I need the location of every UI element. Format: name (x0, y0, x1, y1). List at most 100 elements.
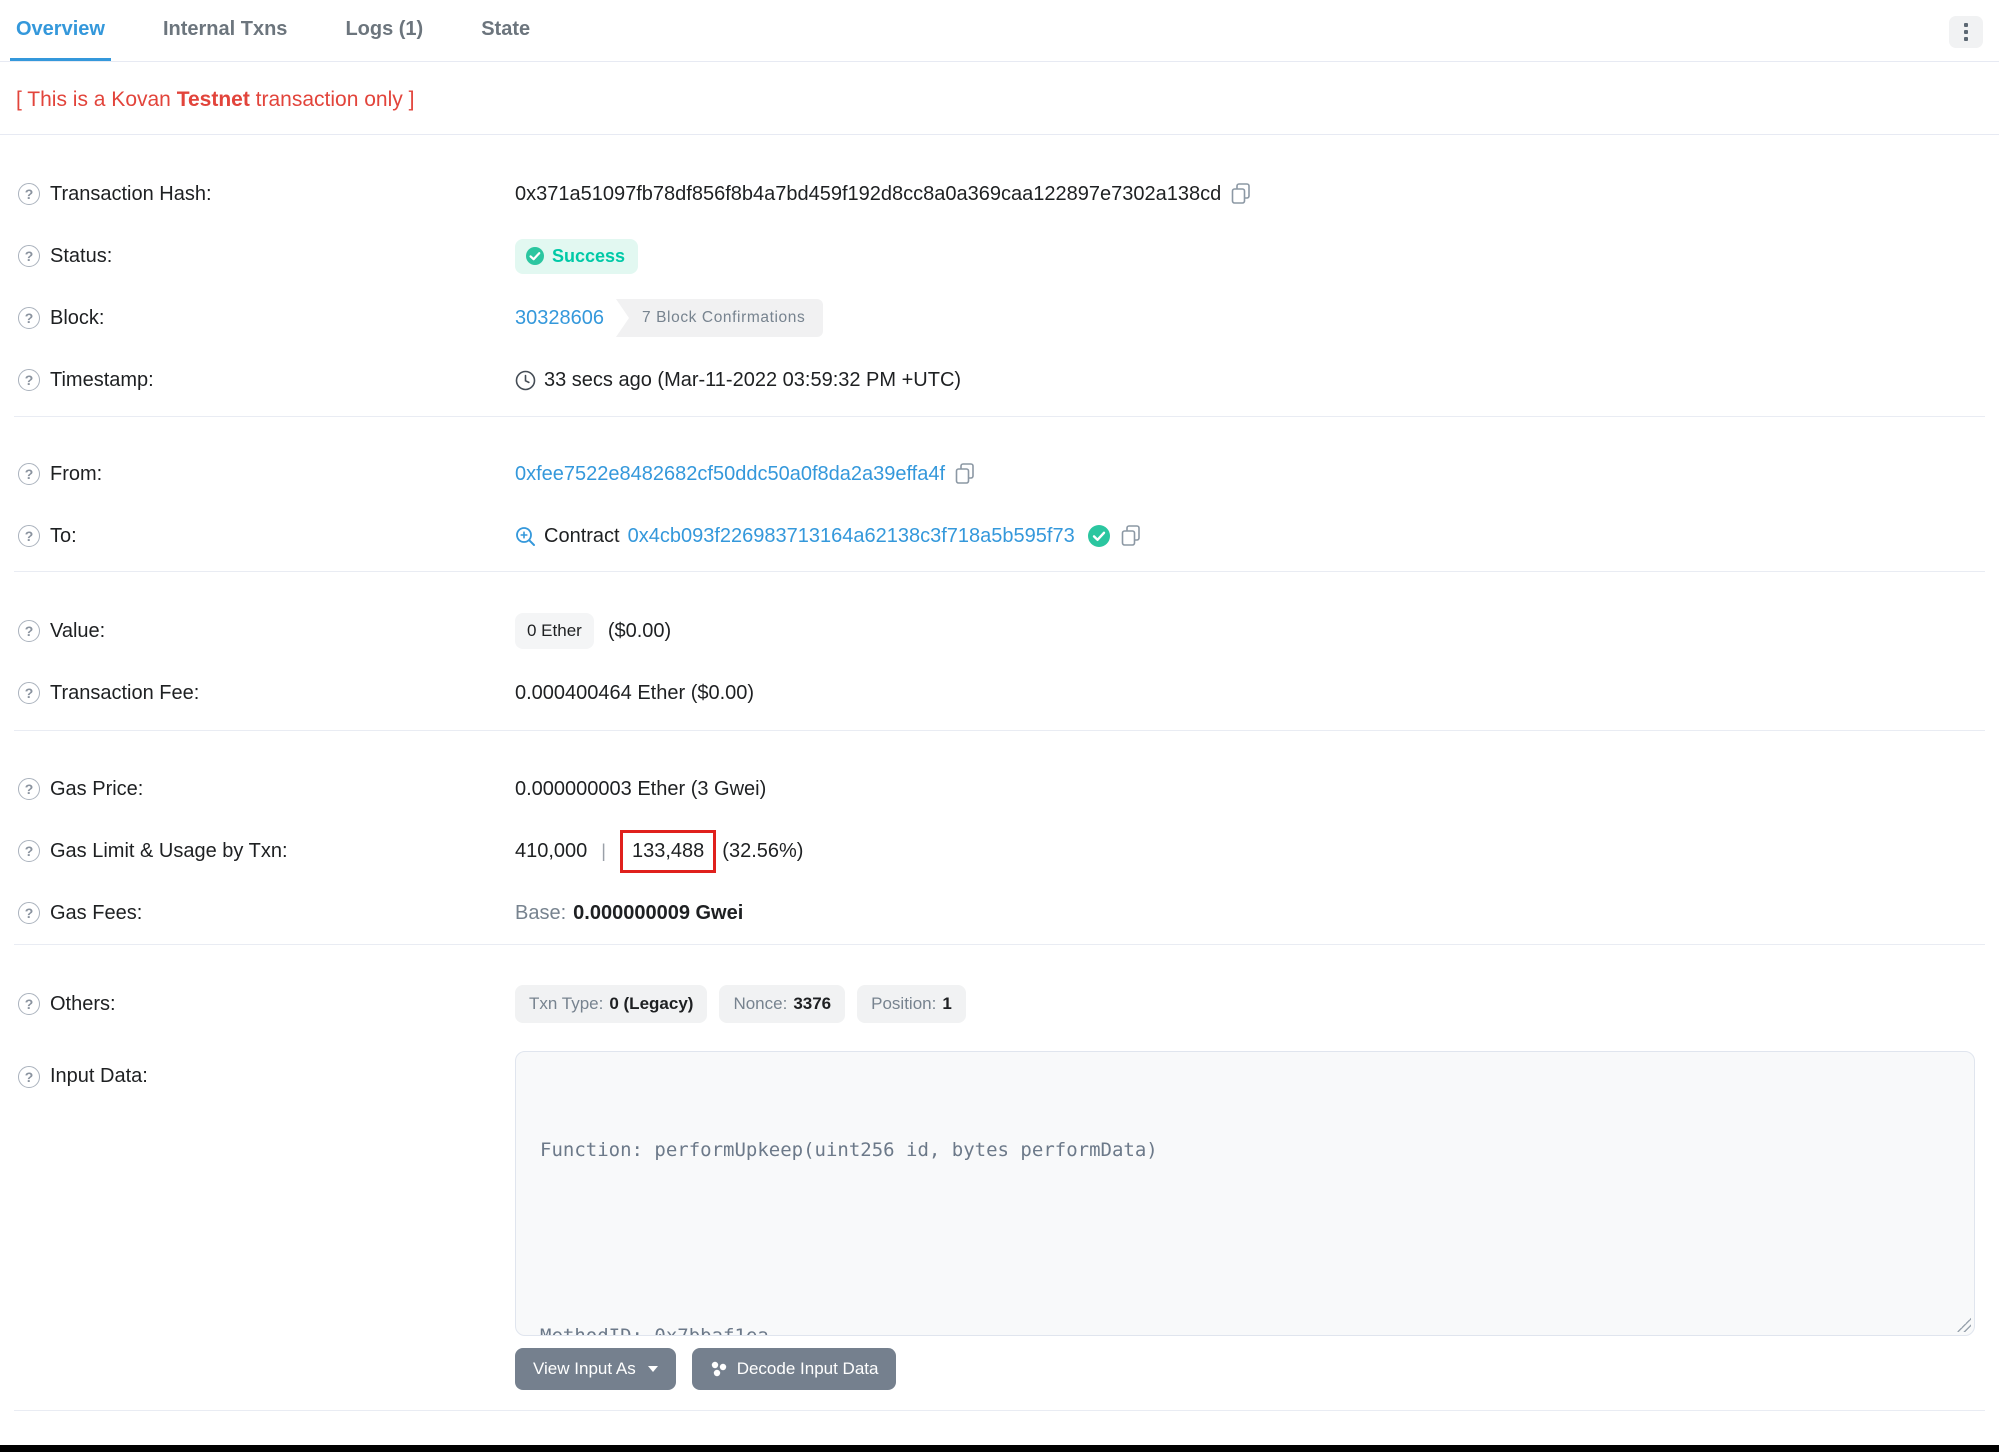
timestamp-label-group: Timestamp: (14, 369, 515, 392)
to-label-group: To: (14, 525, 515, 548)
gas-limit-label: Gas Limit & Usage by Txn: (50, 839, 288, 862)
notice-bold: Testnet (176, 88, 250, 111)
clock-icon (515, 370, 536, 390)
tab-state[interactable]: State (475, 14, 536, 61)
help-icon[interactable] (18, 369, 40, 391)
section-value-fee: Value: 0 Ether ($0.00) Transaction Fee: … (14, 572, 1985, 731)
help-icon[interactable] (18, 778, 40, 800)
txn-type-value: 0 (Legacy) (609, 994, 694, 1013)
help-icon[interactable] (18, 840, 40, 862)
gas-fees-base-label: Base: (515, 901, 567, 924)
section-hash-status-block-time: Transaction Hash: 0x371a51097fb78df856f8… (14, 135, 1985, 417)
from-address-link[interactable]: 0xfee7522e8482682cf50ddc50a0f8da2a39effa… (515, 463, 945, 486)
gas-fees-label-group: Gas Fees: (14, 902, 515, 925)
zoom-in-icon[interactable] (515, 526, 536, 547)
nonce-label: Nonce: (733, 994, 788, 1013)
transaction-hash-label-group: Transaction Hash: (14, 183, 515, 206)
copy-icon[interactable] (955, 463, 975, 485)
help-icon[interactable] (18, 183, 40, 205)
block-label: Block: (50, 306, 105, 329)
gas-price-label: Gas Price: (50, 777, 144, 800)
from-label-group: From: (14, 463, 515, 486)
to-row: To: Contract 0x4cb093f226983713164a62138… (14, 505, 1985, 567)
value-usd: ($0.00) (607, 619, 672, 642)
decode-input-data-button[interactable]: Decode Input Data (691, 1348, 897, 1390)
transaction-hash-row: Transaction Hash: 0x371a51097fb78df856f8… (14, 163, 1985, 225)
position-value: 1 (942, 994, 952, 1013)
timestamp-row: Timestamp: 33 secs ago (Mar-11-2022 03:5… (14, 349, 1985, 411)
help-icon[interactable] (18, 993, 40, 1015)
more-options-button[interactable] (1949, 16, 1983, 48)
gas-price-value: 0.000000003 Ether (3 Gwei) (515, 777, 767, 800)
gas-used-value: 133,488 (631, 839, 705, 862)
section-others-input: Others: Txn Type: 0 (Legacy) Nonce: 3376… (14, 945, 1985, 1411)
input-data-textarea[interactable]: Function: performUpkeep(uint256 id, byte… (515, 1051, 1975, 1336)
status-label-group: Status: (14, 245, 515, 268)
help-icon[interactable] (18, 1065, 40, 1088)
view-input-as-label: View Input As (533, 1359, 636, 1378)
help-icon[interactable] (18, 620, 40, 642)
transaction-hash-label: Transaction Hash: (50, 182, 212, 205)
transaction-fee-label-group: Transaction Fee: (14, 682, 515, 705)
decode-input-data-label: Decode Input Data (736, 1359, 879, 1378)
gas-price-label-group: Gas Price: (14, 778, 515, 801)
tab-internal-txns[interactable]: Internal Txns (157, 14, 293, 61)
input-data-label-group: Input Data: (14, 1051, 515, 1088)
transaction-fee-label: Transaction Fee: (50, 681, 200, 704)
block-row: Block: 30328606 7 Block Confirmations (14, 287, 1985, 349)
help-icon[interactable] (18, 902, 40, 924)
nonce-badge: Nonce: 3376 (719, 985, 846, 1023)
input-buttons-row: View Input As Decode Input Data (515, 1348, 1985, 1390)
block-number-link[interactable]: 30328606 (515, 307, 604, 330)
notice-prefix: [ This is a Kovan (16, 88, 177, 111)
status-row: Status: Success (14, 225, 1985, 287)
to-address-link[interactable]: 0x4cb093f226983713164a62138c3f718a5b595f… (628, 525, 1075, 548)
status-label: Status: (50, 244, 113, 267)
block-label-group: Block: (14, 307, 515, 330)
gas-fees-base-value: 0.000000009 Gwei (573, 901, 744, 924)
timestamp-value: 33 secs ago (Mar-11-2022 03:59:32 PM +UT… (544, 368, 962, 391)
resize-grip-icon[interactable] (1957, 1318, 1971, 1332)
help-icon[interactable] (18, 245, 40, 267)
help-icon[interactable] (18, 525, 40, 547)
value-label: Value: (50, 619, 106, 642)
help-icon[interactable] (18, 463, 40, 485)
transaction-fee-row: Transaction Fee: 0.000400464 Ether ($0.0… (14, 662, 1985, 724)
testnet-notice: [ This is a Kovan Testnet transaction on… (0, 62, 1999, 135)
to-contract-word: Contract (544, 524, 620, 547)
position-badge: Position: 1 (857, 985, 966, 1023)
bottom-black-bar (0, 1445, 1999, 1452)
transaction-fee-value: 0.000400464 Ether ($0.00) (515, 681, 755, 704)
status-badge: Success (515, 238, 639, 274)
input-data-row: Input Data: Function: performUpkeep(uint… (14, 1035, 1985, 1390)
from-label: From: (50, 462, 103, 485)
view-input-as-button[interactable]: View Input As (515, 1348, 676, 1390)
gas-used-percent: (32.56%) (722, 839, 804, 862)
help-icon[interactable] (18, 682, 40, 704)
section-gas: Gas Price: 0.000000003 Ether (3 Gwei) Ga… (14, 731, 1985, 945)
from-row: From: 0xfee7522e8482682cf50ddc50a0f8da2a… (14, 443, 1985, 505)
tab-overview[interactable]: Overview (10, 14, 111, 61)
tab-bar: Overview Internal Txns Logs (1) State (0, 0, 1999, 62)
gas-fees-row: Gas Fees: Base: 0.000000009 Gwei (14, 882, 1985, 944)
input-data-label: Input Data: (50, 1065, 148, 1087)
input-methodid-line: MethodID: 0x7bbaf1ea (540, 1325, 769, 1336)
others-row: Others: Txn Type: 0 (Legacy) Nonce: 3376… (14, 973, 1985, 1035)
section-from-to: From: 0xfee7522e8482682cf50ddc50a0f8da2a… (14, 417, 1985, 572)
caret-down-icon (647, 1366, 658, 1372)
help-icon[interactable] (18, 307, 40, 329)
kebab-menu-icon (1964, 23, 1968, 41)
gas-limit-usage-row: Gas Limit & Usage by Txn: 410,000 | 133,… (14, 820, 1985, 882)
gas-price-row: Gas Price: 0.000000003 Ether (3 Gwei) (14, 758, 1985, 820)
nonce-value: 3376 (793, 994, 832, 1013)
txn-type-label: Txn Type: (529, 994, 604, 1013)
verified-check-icon (1087, 525, 1110, 547)
value-row: Value: 0 Ether ($0.00) (14, 600, 1985, 662)
txn-type-badge: Txn Type: 0 (Legacy) (515, 985, 708, 1023)
copy-icon[interactable] (1231, 183, 1251, 205)
tab-logs[interactable]: Logs (1) (339, 14, 429, 61)
decode-icon (711, 1361, 726, 1377)
copy-icon[interactable] (1121, 525, 1141, 547)
gas-separator: | (601, 840, 606, 861)
notice-suffix: transaction only ] (249, 88, 415, 111)
